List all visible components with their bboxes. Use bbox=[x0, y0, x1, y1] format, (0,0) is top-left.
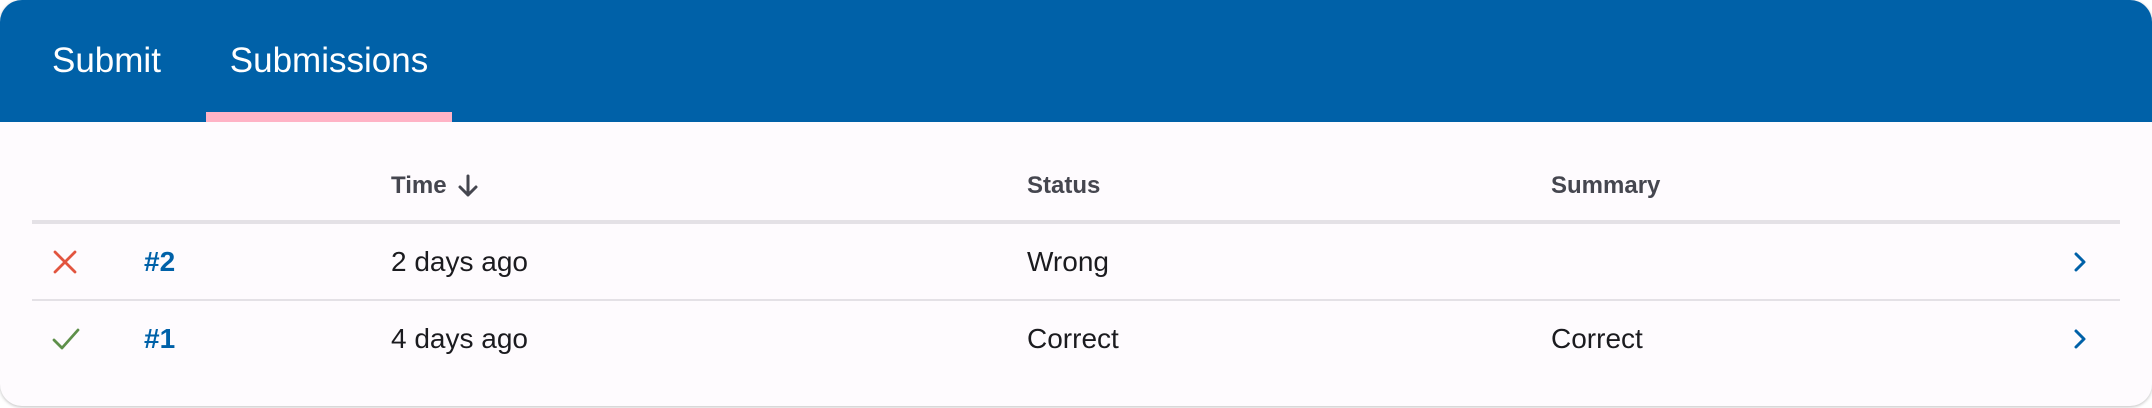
submission-time: 4 days ago bbox=[391, 322, 528, 354]
column-header-time-label: Time bbox=[391, 172, 447, 199]
tab-bar: Submit Submissions bbox=[0, 0, 2152, 122]
submission-status: Wrong bbox=[1027, 245, 1109, 277]
submission-time: 2 days ago bbox=[391, 245, 528, 277]
submission-summary: Correct bbox=[1551, 322, 1643, 354]
column-header-summary: Summary bbox=[1551, 172, 1661, 199]
column-header-status: Status bbox=[1027, 172, 1101, 199]
table-row[interactable]: #1 4 days ago Correct Correct bbox=[32, 301, 2120, 376]
table-header: Time Status Summary bbox=[32, 122, 2120, 224]
submission-id-link[interactable]: #1 bbox=[144, 301, 175, 376]
cross-icon bbox=[52, 224, 82, 299]
column-header-time[interactable]: Time bbox=[391, 172, 479, 200]
tab-submissions[interactable]: Submissions bbox=[206, 0, 452, 122]
submissions-card: Submit Submissions Time Status Summary #… bbox=[0, 0, 2152, 406]
table-row[interactable]: #2 2 days ago Wrong bbox=[32, 224, 2120, 301]
arrow-down-icon bbox=[457, 174, 479, 198]
submissions-table: Time Status Summary #2 2 days ago Wrong bbox=[32, 122, 2120, 376]
tab-submit[interactable]: Submit bbox=[32, 0, 184, 122]
submission-id-link[interactable]: #2 bbox=[144, 224, 175, 299]
submission-status: Correct bbox=[1027, 322, 1119, 354]
check-icon bbox=[52, 301, 82, 376]
tab-active-indicator bbox=[206, 112, 452, 122]
chevron-right-icon[interactable] bbox=[2072, 224, 2102, 299]
chevron-right-icon[interactable] bbox=[2072, 301, 2102, 376]
